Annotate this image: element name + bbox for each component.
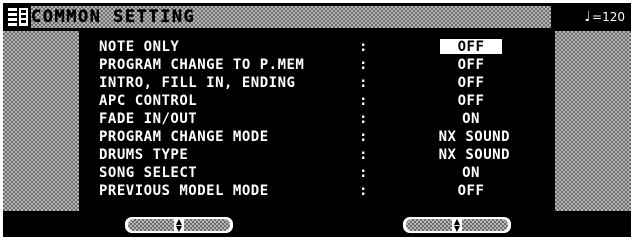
setting-row-intro-fill-ending[interactable]: INTRO, FILL IN, ENDING : OFF	[79, 75, 555, 91]
setting-row-previous-model-mode[interactable]: PREVIOUS MODEL MODE : OFF	[79, 183, 555, 199]
separator: :	[359, 93, 368, 109]
setting-value[interactable]: OFF	[439, 57, 503, 73]
separator: :	[359, 129, 368, 145]
settings-panel: NOTE ONLY : OFF PROGRAM CHANGE TO P.MEM …	[79, 31, 555, 211]
setting-row-apc-control[interactable]: APC CONTROL : OFF	[79, 93, 555, 109]
setting-value[interactable]: OFF	[439, 38, 503, 55]
separator: :	[359, 75, 368, 91]
separator: :	[359, 57, 368, 73]
setting-value[interactable]: OFF	[439, 93, 503, 109]
left-dither-area	[3, 31, 79, 237]
setting-value[interactable]: NX SOUND	[414, 147, 534, 163]
lcd-screen: COMMON SETTING ♩=120 NOTE ONLY : OFF PRO…	[3, 3, 631, 237]
tempo-value: =120	[592, 10, 625, 24]
setting-label: PROGRAM CHANGE TO P.MEM	[99, 57, 305, 73]
title-bar: COMMON SETTING ♩=120	[3, 3, 631, 31]
setting-value[interactable]: ON	[439, 165, 503, 181]
setting-row-fade-in-out[interactable]: FADE IN/OUT : ON	[79, 111, 555, 127]
setting-label: NOTE ONLY	[99, 39, 180, 55]
setting-row-drums-type[interactable]: DRUMS TYPE : NX SOUND	[79, 147, 555, 163]
setting-label: DRUMS TYPE	[99, 147, 189, 163]
setting-value[interactable]: ON	[439, 111, 503, 127]
setting-label: PROGRAM CHANGE MODE	[99, 129, 269, 145]
separator: :	[359, 147, 368, 163]
separator: :	[359, 39, 368, 55]
setting-label: APC CONTROL	[99, 93, 198, 109]
bottom-bar	[3, 211, 631, 237]
setting-value[interactable]: OFF	[439, 183, 503, 199]
setting-row-program-change-mode[interactable]: PROGRAM CHANGE MODE : NX SOUND	[79, 129, 555, 145]
setting-value[interactable]: OFF	[439, 75, 503, 91]
separator: :	[359, 183, 368, 199]
page-title: COMMON SETTING	[31, 6, 551, 28]
setting-label: FADE IN/OUT	[99, 111, 198, 127]
setting-row-program-change-to-pmem[interactable]: PROGRAM CHANGE TO P.MEM : OFF	[79, 57, 555, 73]
up-down-arrows-icon: ▲ ▼	[174, 217, 184, 233]
setting-row-song-select[interactable]: SONG SELECT : ON	[79, 165, 555, 181]
left-scroll-button[interactable]: ▲ ▼	[123, 215, 235, 235]
setting-label: PREVIOUS MODEL MODE	[99, 183, 269, 199]
right-dither-area	[555, 31, 631, 237]
page-icon	[8, 8, 28, 26]
separator: :	[359, 111, 368, 127]
tempo-display: ♩=120	[584, 7, 625, 27]
right-value-button[interactable]: ▲ ▼	[401, 215, 513, 235]
setting-row-note-only[interactable]: NOTE ONLY : OFF	[79, 38, 555, 55]
setting-label: INTRO, FILL IN, ENDING	[99, 75, 296, 91]
up-down-arrows-icon: ▲ ▼	[452, 217, 462, 233]
setting-value[interactable]: NX SOUND	[414, 129, 534, 145]
quarter-note-icon: ♩	[584, 9, 592, 25]
setting-label: SONG SELECT	[99, 165, 198, 181]
separator: :	[359, 165, 368, 181]
